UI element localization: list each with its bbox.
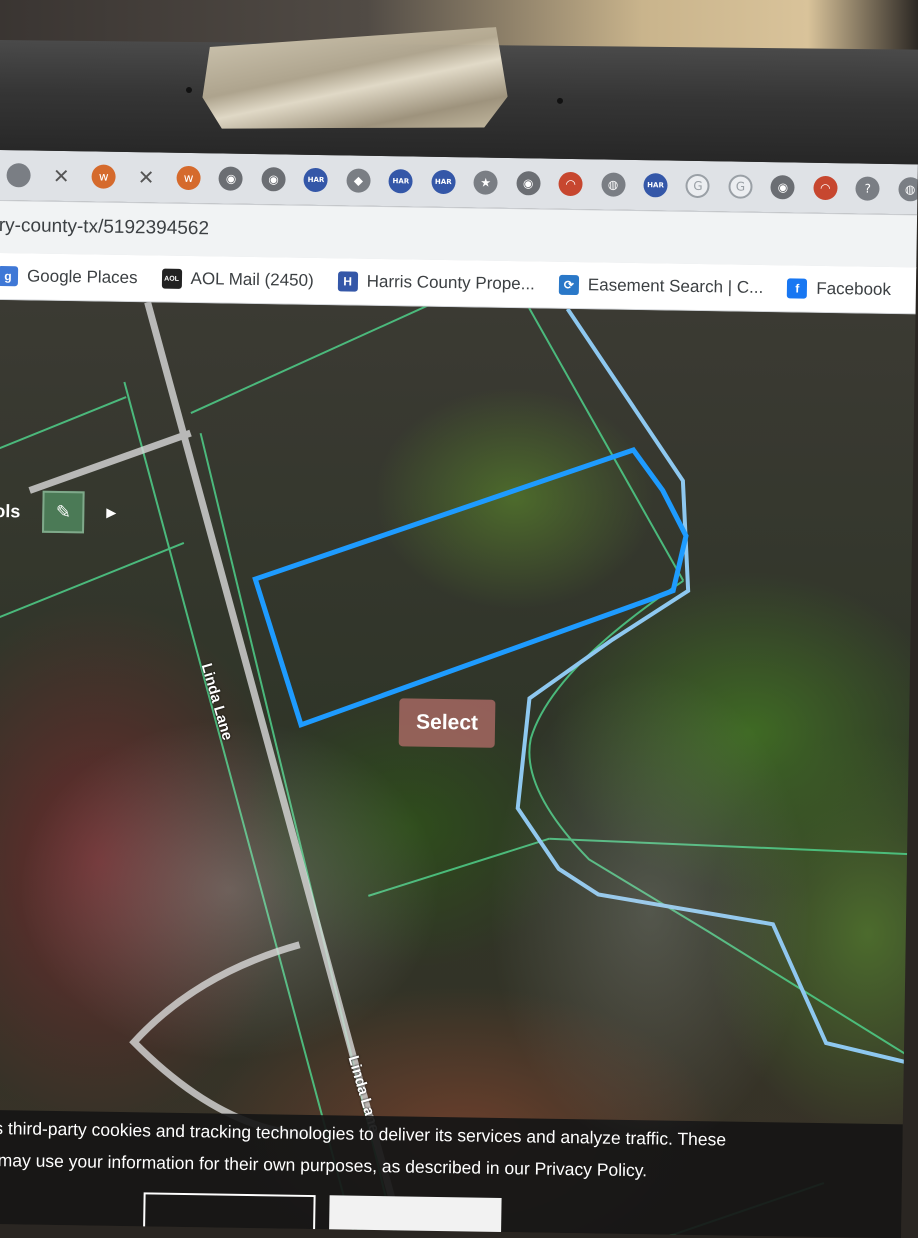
har-tab-icon: HAR: [303, 167, 329, 193]
cookie-banner: es third-party cookies and tracking tech…: [0, 1109, 915, 1238]
bookmark-item[interactable]: g Google Places: [0, 265, 138, 288]
har-icon: H: [337, 271, 358, 292]
github-tab-icon: ◉: [261, 167, 286, 192]
browser-tab[interactable]: ◉: [509, 163, 548, 204]
bookmark-item[interactable]: f Facebook: [787, 278, 891, 300]
facebook-icon: f: [787, 278, 808, 299]
bookmark-item[interactable]: AOL AOL Mail (2450): [161, 268, 314, 291]
bookmark-label: Google Places: [26, 266, 138, 288]
generic-tab-icon: ◍: [898, 177, 918, 202]
browser-tab[interactable]: ◆: [339, 160, 378, 201]
bookmark-item[interactable]: H Harris County Prope...: [337, 271, 536, 294]
bookmark-item[interactable]: ⟳ Easement Search | C...: [558, 274, 764, 298]
red-tab-icon: ◠: [813, 175, 838, 201]
select-button[interactable]: Select: [398, 698, 496, 748]
cookie-text-line-1: es third-party cookies and tracking tech…: [0, 1117, 727, 1150]
cookie-text-line-2: s may use your information for their own…: [0, 1149, 648, 1181]
orange-tab-icon: w: [176, 165, 201, 191]
browser-tab[interactable]: w: [84, 156, 123, 197]
bookmark-label: Easement Search | C...: [587, 275, 764, 298]
x-tab-icon: ✕: [52, 163, 70, 189]
parcel-lines: [0, 299, 918, 1238]
browser-tab[interactable]: ✕: [42, 156, 81, 197]
browser-tab[interactable]: ★: [466, 162, 505, 203]
browser-tab[interactable]: ◉: [212, 158, 251, 199]
browser-tab[interactable]: HAR: [381, 161, 420, 202]
browser-tab[interactable]: ◠: [551, 164, 590, 205]
screen: ✕ w ✕ w ◉ ◉ HAR ◆ HAR HAR ★ ◉ ◠ ◍ HAR G G ◉ ◠? ◍ ry-county-…: [0, 150, 918, 1238]
url-text[interactable]: ry-county-tx/5192394562: [0, 215, 209, 240]
browser-tab[interactable]: G: [721, 166, 760, 207]
github-tab-icon: ◉: [516, 171, 541, 196]
github-tab-icon: ◉: [770, 175, 796, 200]
generic-tab-icon: [6, 163, 32, 188]
har-tab-icon: HAR: [431, 169, 456, 195]
cookie-settings-button[interactable]: [142, 1192, 316, 1238]
map-overlay: [0, 299, 918, 1238]
cookie-accept-button[interactable]: [328, 1195, 502, 1238]
identify-tool-icon[interactable]: ✎: [42, 490, 85, 534]
close-tab-icon: ✕: [137, 165, 155, 190]
browser-tab[interactable]: w: [169, 158, 208, 199]
globe-tab-icon: ◍: [600, 172, 626, 197]
map-toolbar: ols ✎ ▶: [0, 490, 117, 534]
browser-tab[interactable]: HAR: [424, 162, 463, 203]
browser-tab[interactable]: HAR: [636, 165, 675, 206]
google-tab-icon: G: [728, 174, 753, 199]
browser-tab[interactable]: ◍: [891, 169, 918, 210]
star-tab-icon: ★: [473, 170, 498, 195]
red-tab-icon: ◠: [558, 171, 583, 197]
flood-boundary: [515, 307, 917, 1067]
browser-tab[interactable]: G: [678, 166, 717, 207]
browser-tab[interactable]: HAR: [296, 160, 335, 201]
har-tab-icon: HAR: [388, 169, 414, 194]
bookmark-label: Harris County Prope...: [366, 271, 536, 294]
map-view[interactable]: ols ✎ ▶ Linda Lane Linda Lane Select: [0, 299, 918, 1238]
tools-label: ols: [0, 500, 21, 521]
browser-tab[interactable]: [0, 155, 38, 196]
browser-tab[interactable]: ✕: [127, 157, 166, 198]
google-places-icon: g: [0, 265, 19, 287]
browser-tab[interactable]: ◠: [806, 168, 845, 209]
bezel-dot: [557, 97, 563, 104]
browser-tab[interactable]: ?: [848, 168, 887, 209]
har-tab-icon: HAR: [643, 173, 668, 198]
aol-icon: AOL: [161, 268, 182, 289]
cube-tab-icon: ◆: [346, 168, 371, 193]
bookmark-label: Facebook: [816, 278, 892, 300]
browser-tab[interactable]: ◉: [254, 159, 293, 200]
orange-tab-icon: w: [91, 164, 116, 189]
google-tab-icon: G: [685, 173, 711, 199]
bookmark-label: AOL Mail (2450): [190, 269, 314, 290]
help-tab-icon: ?: [855, 176, 880, 201]
github-tab-icon: ◉: [218, 166, 244, 191]
browser-tab[interactable]: ◉: [763, 167, 802, 208]
expand-arrow-icon[interactable]: ▶: [106, 505, 116, 521]
browser-tab[interactable]: ◍: [594, 164, 633, 205]
bezel-dot: [186, 86, 192, 94]
selected-parcel: [252, 447, 689, 729]
refresh-icon: ⟳: [558, 274, 580, 296]
